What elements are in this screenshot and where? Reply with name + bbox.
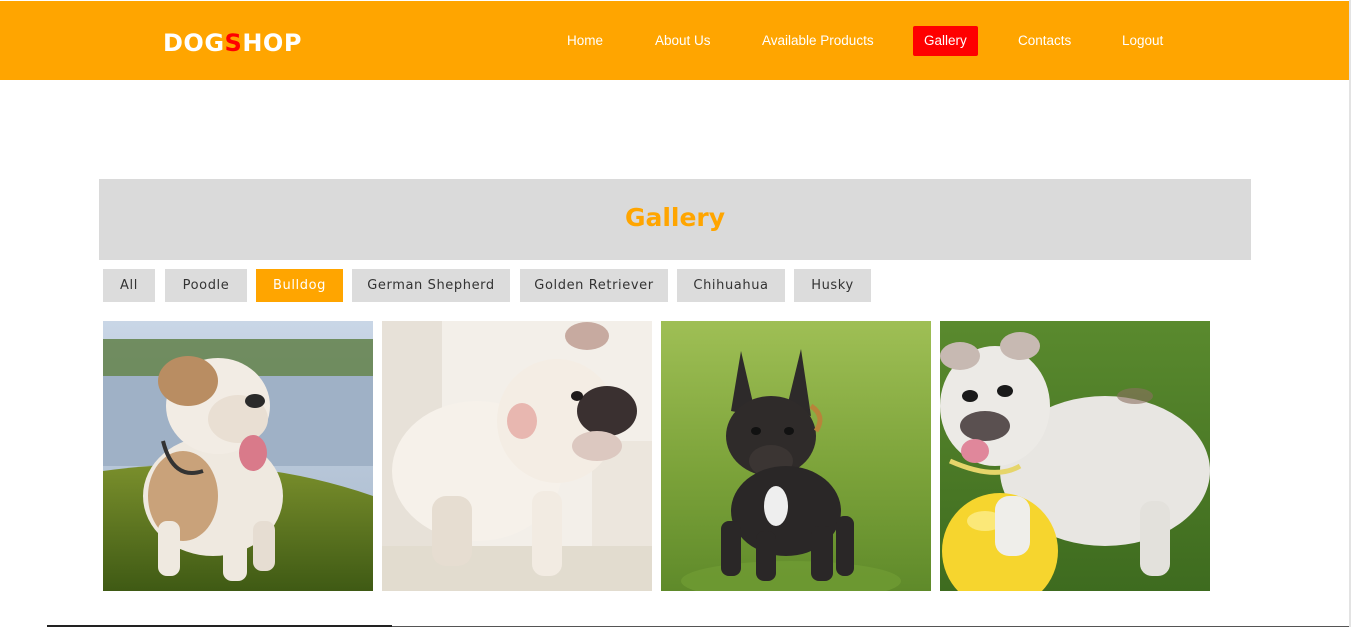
- nav-about-us[interactable]: About Us: [644, 26, 722, 56]
- bulldog-couch-image: [382, 321, 652, 591]
- filter-poodle[interactable]: Poodle: [165, 269, 247, 302]
- brand-logo[interactable]: DOGSHOP: [163, 28, 302, 58]
- gallery-header: Gallery: [99, 179, 1251, 260]
- bulldog-lake-image: [103, 321, 373, 591]
- gallery-photo-4[interactable]: [940, 321, 1210, 591]
- bulldog-ball-image: [940, 321, 1210, 591]
- top-navbar: DOGSHOP Home About Us Available Products…: [0, 1, 1351, 80]
- filter-golden-retriever[interactable]: Golden Retriever: [520, 269, 668, 302]
- nav-home[interactable]: Home: [556, 26, 614, 56]
- gallery-photo-1[interactable]: [103, 321, 373, 591]
- filter-bulldog[interactable]: Bulldog: [256, 269, 343, 302]
- nav-available-products[interactable]: Available Products: [751, 26, 885, 56]
- page-title: Gallery: [624, 203, 726, 232]
- nav-contacts[interactable]: Contacts: [1007, 26, 1082, 56]
- filter-german-shepherd[interactable]: German Shepherd: [352, 269, 510, 302]
- filter-all[interactable]: All: [103, 269, 155, 302]
- filter-husky[interactable]: Husky: [794, 269, 871, 302]
- french-bulldog-grass-image: [661, 321, 931, 591]
- nav-gallery[interactable]: Gallery: [913, 26, 978, 56]
- gallery-photo-2[interactable]: [382, 321, 652, 591]
- filter-chihuahua[interactable]: Chihuahua: [677, 269, 785, 302]
- nav-logout[interactable]: Logout: [1111, 26, 1174, 56]
- gallery-photo-3[interactable]: [661, 321, 931, 591]
